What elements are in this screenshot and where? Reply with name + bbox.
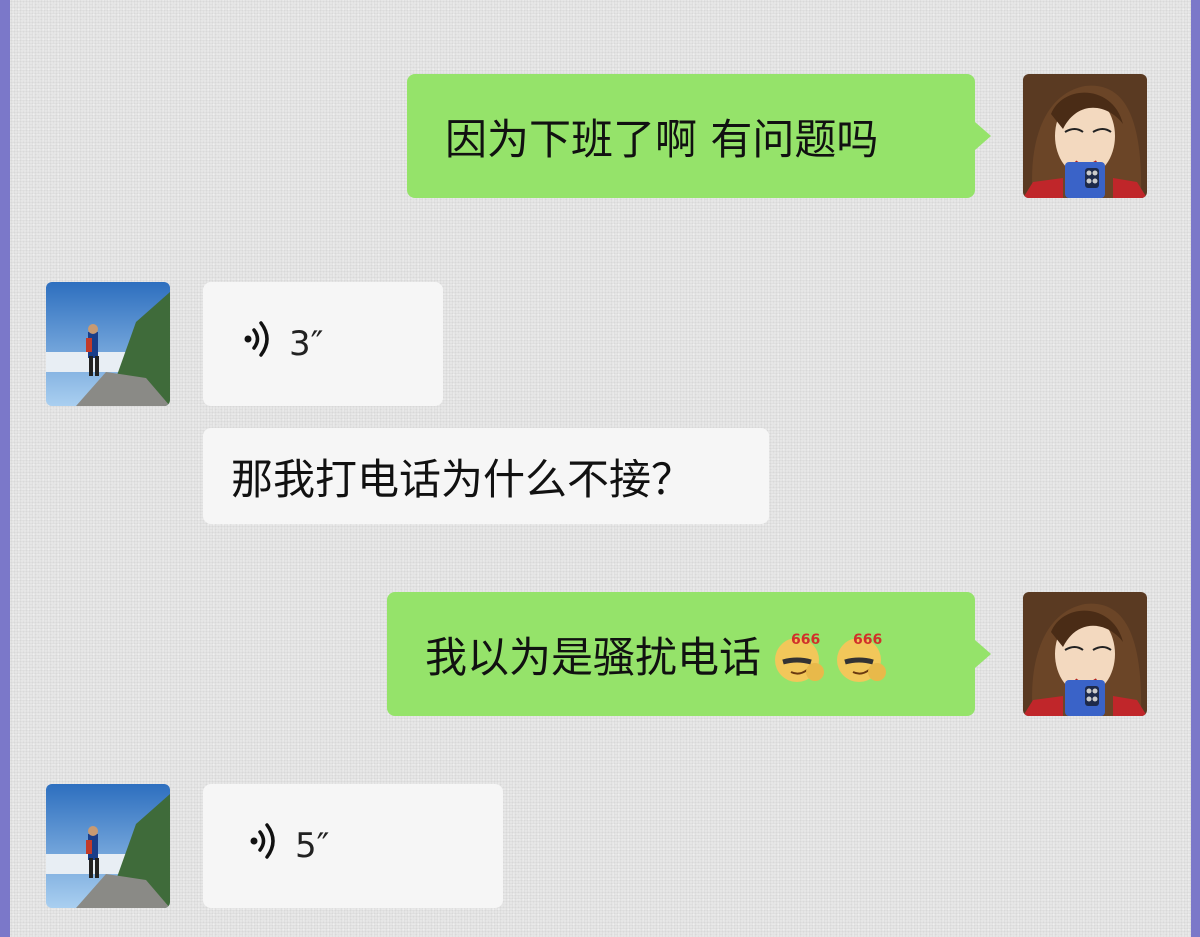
message-text: 因为下班了啊 有问题吗 [445, 114, 879, 164]
message-text: 我以为是骚扰电话 [425, 632, 762, 682]
svg-text:666: 666 [791, 632, 820, 648]
chat-window: 因为下班了啊 有问题吗 3″ 那我打电话为什么不接？ 我以为是骚扰电话 666 … [10, 0, 1191, 937]
self-avatar[interactable] [1023, 74, 1147, 198]
sent-message-bubble[interactable]: 因为下班了啊 有问题吗 [407, 74, 991, 198]
666-sunglasses-emoji: 666 [771, 628, 825, 682]
voice-message-bubble[interactable]: 3″ [203, 282, 443, 406]
received-message-bubble[interactable]: 那我打电话为什么不接？ [203, 428, 769, 524]
voice-wave-icon [243, 319, 273, 369]
self-avatar[interactable] [1023, 592, 1147, 716]
message-text: 那我打电话为什么不接？ [231, 454, 694, 504]
voice-wave-icon [249, 821, 279, 871]
voice-duration: 3″ [289, 324, 324, 364]
contact-avatar[interactable] [46, 282, 170, 406]
voice-duration: 5″ [295, 826, 330, 866]
sent-message-bubble[interactable]: 我以为是骚扰电话 666 666 [387, 592, 991, 716]
voice-message-bubble[interactable]: 5″ [203, 784, 503, 908]
contact-avatar[interactable] [46, 784, 170, 908]
svg-text:666: 666 [853, 632, 882, 648]
666-sunglasses-emoji: 666 [833, 628, 887, 682]
